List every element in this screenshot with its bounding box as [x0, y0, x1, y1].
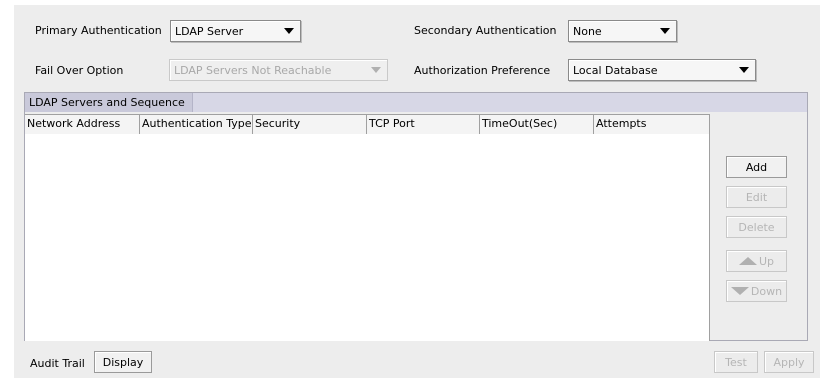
audit-trail-label: Audit Trail [30, 357, 85, 370]
add-button-label: Add [745, 160, 768, 174]
panel-title: LDAP Servers and Sequence [25, 93, 193, 112]
column-header-network-address[interactable]: Network Address [25, 115, 140, 134]
chevron-down-icon [365, 60, 387, 80]
secondary-auth-label: Secondary Authentication [414, 24, 557, 37]
authz-pref-dropdown[interactable]: Local Database [568, 59, 756, 81]
down-button-label: Down [750, 284, 783, 298]
up-button-label: Up [758, 254, 775, 268]
edit-button[interactable]: Edit [726, 186, 787, 208]
chevron-down-icon [733, 60, 755, 80]
delete-button[interactable]: Delete [726, 216, 787, 238]
ldap-servers-panel: LDAP Servers and Sequence Network Addres… [24, 92, 808, 341]
test-button[interactable]: Test [714, 351, 758, 373]
edit-button-label: Edit [745, 190, 768, 204]
column-header-security[interactable]: Security [253, 115, 367, 134]
authz-pref-label: Authorization Preference [414, 64, 551, 77]
column-header-timeout[interactable]: TimeOut(Sec) [480, 115, 594, 134]
authz-pref-value: Local Database [573, 63, 658, 77]
failover-label: Fail Over Option [35, 64, 124, 77]
chevron-down-icon [654, 21, 676, 41]
column-header-tcp-port[interactable]: TCP Port [367, 115, 480, 134]
failover-value: LDAP Servers Not Reachable [174, 63, 332, 77]
primary-auth-value: LDAP Server [175, 24, 244, 38]
arrow-up-icon [738, 257, 757, 265]
up-button[interactable]: Up [726, 250, 787, 272]
secondary-auth-value: None [573, 24, 602, 38]
delete-button-label: Delete [738, 220, 775, 234]
arrow-down-icon [730, 287, 749, 295]
panel-title-bar: LDAP Servers and Sequence [25, 93, 807, 112]
display-button[interactable]: Display [94, 351, 152, 373]
column-header-attempts[interactable]: Attempts [594, 115, 710, 134]
test-button-label: Test [725, 355, 747, 369]
display-button-label: Display [102, 355, 144, 369]
ldap-servers-table[interactable]: Network Address Authentication Type Secu… [25, 114, 710, 341]
table-header: Network Address Authentication Type Secu… [25, 115, 710, 134]
chevron-down-icon [278, 21, 300, 41]
apply-button[interactable]: Apply [764, 351, 814, 373]
primary-auth-dropdown[interactable]: LDAP Server [170, 20, 301, 42]
down-button[interactable]: Down [726, 280, 787, 302]
add-button[interactable]: Add [726, 156, 787, 178]
column-header-auth-type[interactable]: Authentication Type [140, 115, 253, 134]
primary-auth-label: Primary Authentication [35, 24, 162, 37]
secondary-auth-dropdown[interactable]: None [568, 20, 677, 42]
apply-button-label: Apply [773, 355, 805, 369]
failover-dropdown[interactable]: LDAP Servers Not Reachable [169, 59, 388, 81]
ldap-auth-config-panel: Primary Authentication LDAP Server Secon… [14, 5, 820, 378]
